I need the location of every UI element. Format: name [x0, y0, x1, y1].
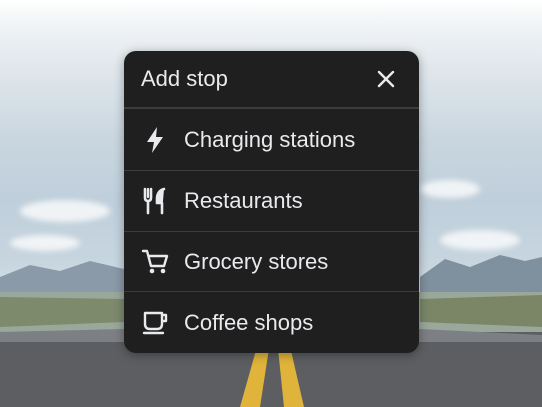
menu-item-grocery-stores[interactable]: Grocery stores — [124, 231, 419, 291]
coffee-cup-icon — [140, 308, 170, 338]
dialog-title: Add stop — [141, 66, 228, 91]
close-button[interactable] — [371, 64, 401, 94]
menu-item-charging-stations[interactable]: Charging stations — [124, 108, 419, 170]
menu-item-restaurants[interactable]: Restaurants — [124, 170, 419, 231]
add-stop-dialog: Add stop Charging stations Restaurants G… — [124, 51, 419, 353]
cloud — [420, 180, 480, 198]
fork-knife-icon — [140, 186, 170, 216]
menu-item-label: Grocery stores — [184, 248, 329, 274]
menu-item-label: Charging stations — [184, 126, 356, 152]
cloud — [20, 200, 110, 222]
shopping-cart-icon — [140, 247, 170, 277]
dialog-header: Add stop — [124, 51, 419, 108]
menu-item-coffee-shops[interactable]: Coffee shops — [124, 291, 419, 353]
menu-item-label: Coffee shops — [184, 309, 314, 335]
lightning-bolt-icon — [140, 125, 170, 155]
close-icon — [377, 70, 395, 88]
menu-item-label: Restaurants — [184, 188, 303, 213]
